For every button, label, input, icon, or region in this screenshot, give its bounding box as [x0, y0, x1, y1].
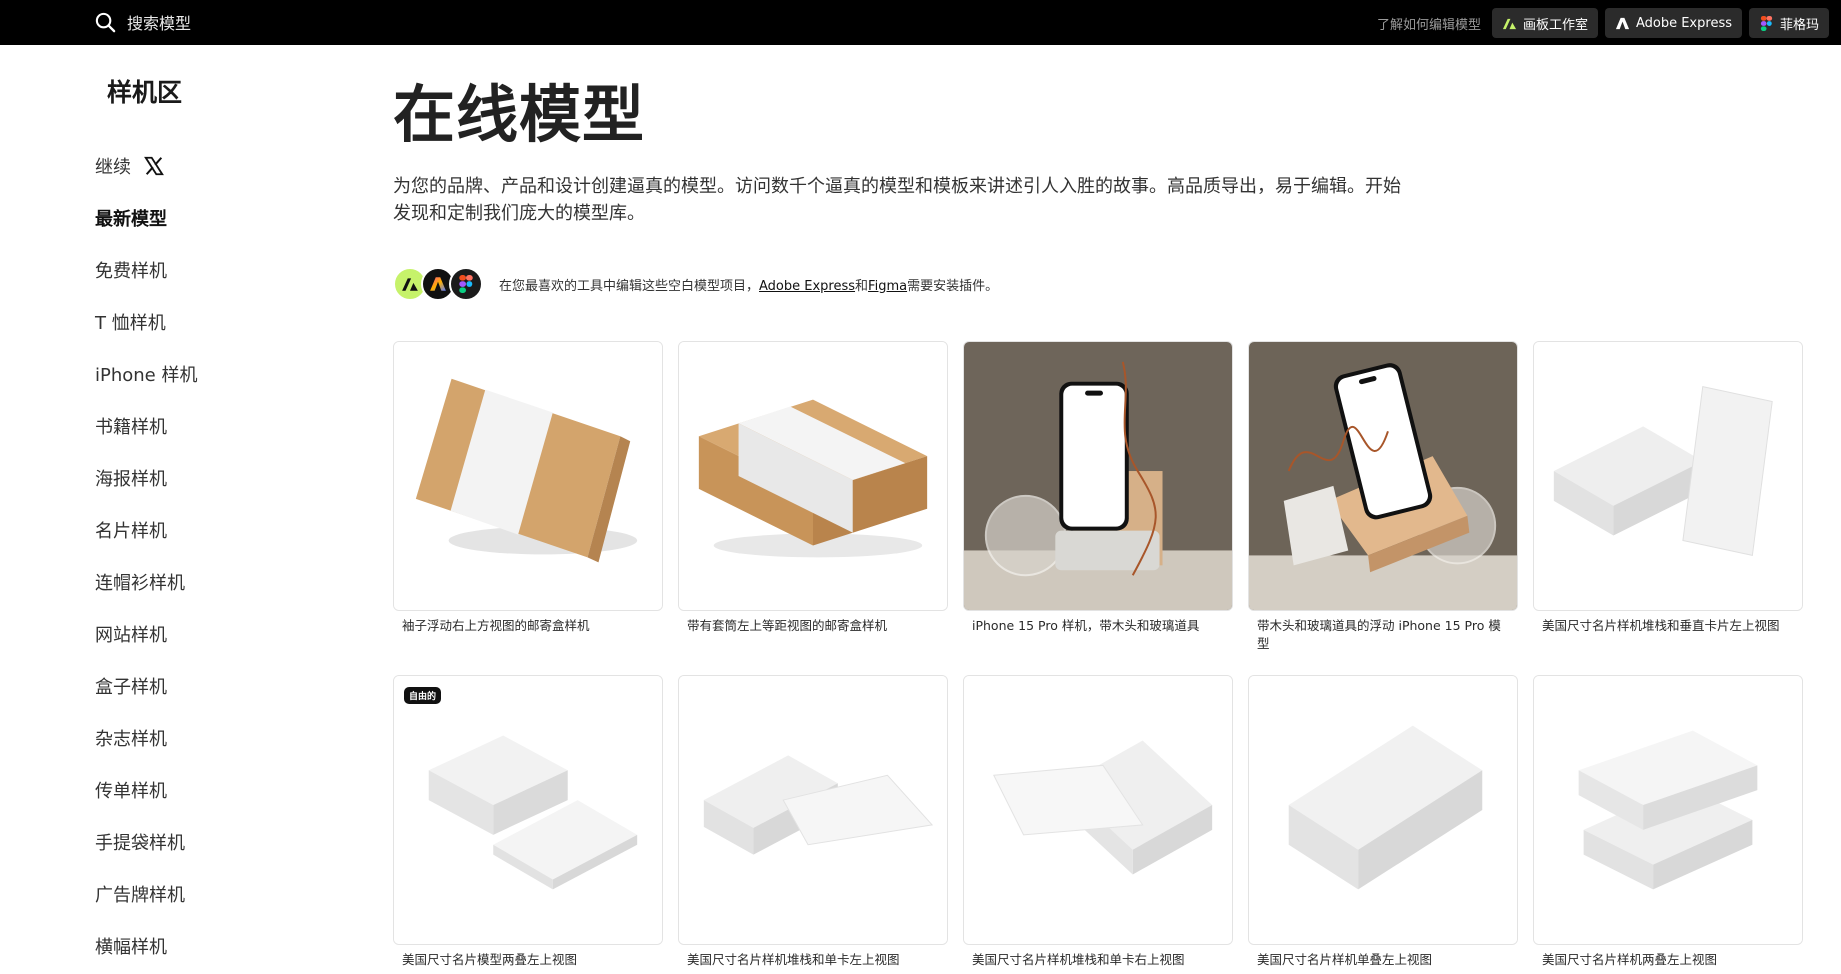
mockup-card[interactable]: 自由的 美国尺寸名片模型两叠左上视图	[393, 675, 663, 974]
sidebar-item-magazine[interactable]: 杂志样机	[95, 712, 197, 764]
mockup-card[interactable]: 美国尺寸名片样机堆栈和单卡左上视图	[678, 675, 948, 974]
business-card-image	[394, 676, 662, 944]
sidebar-item-free[interactable]: 免费样机	[95, 244, 197, 296]
mockup-thumbnail	[678, 675, 948, 945]
mockup-caption: 美国尺寸名片样机堆栈和单卡右上视图	[972, 952, 1185, 967]
mockup-card[interactable]: 美国尺寸名片样机堆栈和单卡右上视图	[963, 675, 1233, 974]
page-title-bold: 模型	[519, 78, 646, 151]
business-card-image	[679, 676, 947, 944]
sidebar-item-book[interactable]: 书籍样机	[95, 400, 197, 452]
tools-notice: 在您最喜欢的工具中编辑这些空白模型项目，Adobe Express和Figma需…	[393, 265, 1813, 303]
mockup-caption: 美国尺寸名片样机堆栈和单卡左上视图	[687, 952, 900, 967]
mockup-thumbnail	[963, 341, 1233, 611]
mockup-card[interactable]: 带有套筒左上等距视图的邮寄盒样机	[678, 341, 948, 675]
mockup-thumbnail	[1248, 675, 1518, 945]
artboard-studio-icon	[1502, 18, 1517, 29]
artboard-studio-label: 画板工作室	[1522, 17, 1588, 33]
figma-link[interactable]: Figma	[868, 279, 907, 294]
mockup-caption: 美国尺寸名片样机堆栈和垂直卡片左上视图	[1542, 618, 1780, 633]
artboard-studio-button[interactable]: 画板工作室	[1491, 8, 1598, 38]
sidebar-title: 样机区	[107, 78, 183, 107]
business-card-image	[964, 676, 1232, 944]
mockup-thumbnail	[678, 341, 948, 611]
mockup-caption: 美国尺寸名片样机两叠左上视图	[1542, 952, 1718, 967]
mockup-card[interactable]: 美国尺寸名片样机堆栈和垂直卡片左上视图	[1533, 341, 1803, 675]
search-input[interactable]: 搜索模型	[94, 9, 191, 35]
figma-button[interactable]: 菲格玛	[1748, 8, 1829, 38]
business-card-image	[1534, 342, 1802, 610]
business-card-image	[1249, 676, 1517, 944]
mockup-thumbnail	[1533, 341, 1803, 611]
tools-text-prefix: 在您最喜欢的工具中编辑这些空白模型项目，	[499, 278, 760, 294]
mockup-caption: 带有套筒左上等距视图的邮寄盒样机	[687, 618, 888, 633]
mockup-thumbnail	[393, 341, 663, 611]
x-logo-icon	[144, 156, 164, 176]
sidebar-item-tshirt[interactable]: T 恤样机	[95, 296, 197, 348]
sidebar-item-flyer[interactable]: 传单样机	[95, 764, 197, 816]
sidebar-item-iphone[interactable]: iPhone 样机	[95, 348, 197, 400]
search-placeholder: 搜索模型	[127, 14, 192, 33]
sidebar-item-website[interactable]: 网站样机	[95, 608, 197, 660]
sidebar-item-box[interactable]: 盒子样机	[95, 660, 197, 712]
adobe-express-link[interactable]: Adobe Express	[759, 279, 855, 294]
figma-label: 菲格玛	[1779, 17, 1819, 33]
business-card-image	[1534, 676, 1802, 944]
sidebar-item-business-card[interactable]: 名片样机	[95, 504, 197, 556]
mockup-caption: 带木头和玻璃道具的浮动 iPhone 15 Pro 模型	[1257, 618, 1501, 651]
top-bar: 搜索模型 了解如何编辑模型 画板工作室 Adobe Express 菲格玛	[0, 0, 1841, 45]
mockup-thumbnail: 自由的	[393, 675, 663, 945]
sidebar-item-follow-x[interactable]: 继续	[95, 140, 197, 192]
sidebar: 样机区 继续 最新模型 免费样机 T 恤样机 iPhone 样机 书籍样机 海报…	[0, 45, 360, 974]
tools-text-suffix: 需要安装插件。	[907, 278, 999, 294]
mailer-box-image	[679, 342, 947, 610]
search-icon	[95, 12, 116, 32]
iphone-scene-image	[964, 342, 1232, 610]
figma-icon	[449, 267, 483, 301]
learn-editing-link[interactable]: 了解如何编辑模型	[1377, 14, 1481, 33]
sidebar-item-billboard[interactable]: 广告牌样机	[95, 868, 197, 920]
main-content: 在线模型 为您的品牌、产品和设计创建逼真的模型。访问数千个逼真的模型和模板来讲述…	[393, 45, 1813, 967]
mockup-card[interactable]: 袖子浮动右上方视图的邮寄盒样机	[393, 341, 663, 675]
page-title-light: 在线	[393, 78, 520, 151]
sidebar-item-poster[interactable]: 海报样机	[95, 452, 197, 504]
page-title: 在线模型	[393, 78, 1813, 152]
adobe-express-button[interactable]: Adobe Express	[1604, 8, 1742, 38]
sidebar-item-tote-bag[interactable]: 手提袋样机	[95, 816, 197, 868]
free-badge: 自由的	[404, 687, 442, 704]
mockup-thumbnail	[1248, 341, 1518, 611]
mockup-caption: 美国尺寸名片模型两叠左上视图	[402, 952, 578, 967]
mockup-thumbnail	[963, 675, 1233, 945]
mailer-box-image	[394, 342, 662, 610]
mockup-thumbnail	[1533, 675, 1803, 945]
sidebar-item-label: 继续	[95, 157, 131, 178]
adobe-express-label: Adobe Express	[1635, 15, 1732, 31]
mockup-card[interactable]: 带木头和玻璃道具的浮动 iPhone 15 Pro 模型	[1248, 341, 1518, 675]
sidebar-item-hoodie[interactable]: 连帽衫样机	[95, 556, 197, 608]
mockup-card[interactable]: 美国尺寸名片样机两叠左上视图	[1533, 675, 1803, 974]
mockup-caption: 美国尺寸名片样机单叠左上视图	[1257, 952, 1433, 967]
mockup-grid: 袖子浮动右上方视图的邮寄盒样机 带有套筒左上等距视图的邮寄盒样机 iPhone …	[393, 341, 1803, 974]
mockup-caption: 袖子浮动右上方视图的邮寄盒样机	[402, 618, 590, 633]
mockup-card[interactable]: 美国尺寸名片样机单叠左上视图	[1248, 675, 1518, 974]
figma-icon	[1760, 15, 1773, 31]
adobe-express-icon	[1615, 17, 1630, 29]
sidebar-item-latest[interactable]: 最新模型	[95, 192, 197, 244]
iphone-scene-image	[1249, 342, 1517, 610]
mockup-card[interactable]: iPhone 15 Pro 样机，带木头和玻璃道具	[963, 341, 1233, 675]
page-description: 为您的品牌、产品和设计创建逼真的模型。访问数千个逼真的模型和模板来讲述引人入胜的…	[393, 176, 1401, 224]
mockup-caption: iPhone 15 Pro 样机，带木头和玻璃道具	[972, 618, 1200, 633]
tools-text-and: 和	[855, 278, 869, 294]
sidebar-item-banner[interactable]: 横幅样机	[95, 920, 197, 972]
tools-notice-text: 在您最喜欢的工具中编辑这些空白模型项目，Adobe Express和Figma需…	[499, 275, 998, 294]
